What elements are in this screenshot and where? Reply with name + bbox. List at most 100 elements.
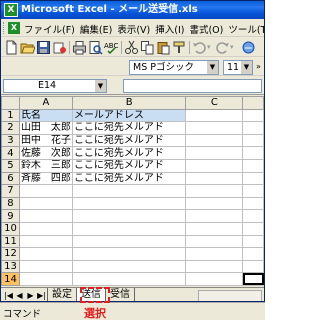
cell[interactable]: [185, 221, 244, 236]
cell[interactable]: [18, 184, 73, 198]
cell-b4[interactable]: ここに宛先メルアド: [71, 146, 187, 160]
cell-a2[interactable]: 山田 太郎: [18, 121, 73, 135]
cell[interactable]: [71, 221, 187, 236]
print-preview-icon[interactable]: [88, 40, 103, 55]
cut-icon[interactable]: [124, 40, 139, 55]
menu-format[interactable]: 書式(O): [188, 22, 224, 36]
cell[interactable]: [242, 108, 264, 123]
cell[interactable]: [18, 221, 73, 236]
cell-a1[interactable]: 氏名: [18, 108, 73, 123]
menu-tools[interactable]: ツール(T): [227, 22, 264, 36]
cell[interactable]: [185, 196, 244, 211]
row-header[interactable]: 1: [1, 108, 20, 123]
cell-b2[interactable]: ここに宛先メルアド: [71, 121, 187, 135]
row-header[interactable]: 4: [1, 146, 20, 160]
menu-view[interactable]: 表示(V): [116, 22, 151, 36]
paste-icon[interactable]: [156, 40, 171, 55]
menu-file[interactable]: ファイル(F): [23, 22, 76, 36]
chevron-down-icon[interactable]: ▼: [95, 80, 106, 92]
cell[interactable]: [185, 158, 244, 173]
redo-icon[interactable]: [215, 40, 230, 55]
permission-icon[interactable]: [52, 40, 67, 55]
row-header[interactable]: 6: [1, 171, 20, 186]
first-sheet-icon[interactable]: |◀: [3, 290, 14, 301]
column-header-b[interactable]: B: [71, 96, 187, 110]
row-header[interactable]: 5: [1, 158, 20, 173]
sheet-tab-receive[interactable]: 受信: [105, 288, 135, 301]
row-header[interactable]: 12: [1, 247, 20, 261]
cell-b3[interactable]: ここに宛先メルアド: [71, 133, 187, 148]
copy-icon[interactable]: [140, 40, 155, 55]
select-all-corner[interactable]: [1, 96, 20, 110]
column-header-c[interactable]: C: [185, 96, 244, 110]
cell[interactable]: [71, 272, 187, 286]
cell[interactable]: [185, 247, 244, 261]
hyperlink-icon[interactable]: [241, 40, 256, 55]
cell-a3[interactable]: 田中 花子: [18, 133, 73, 148]
cell-b1[interactable]: メールアドレス: [71, 108, 187, 123]
row-header[interactable]: 8: [1, 196, 20, 211]
row-header[interactable]: 2: [1, 121, 20, 135]
cell[interactable]: [18, 196, 73, 211]
cell[interactable]: [18, 209, 73, 223]
cell[interactable]: [18, 247, 73, 261]
cell[interactable]: [18, 259, 73, 274]
font-size-combo[interactable]: 11 ▼: [223, 60, 253, 75]
cell[interactable]: [185, 234, 244, 249]
workbook-icon[interactable]: X: [8, 22, 20, 34]
cell[interactable]: [185, 209, 244, 223]
cell[interactable]: [242, 171, 264, 186]
cell-a6[interactable]: 斉藤 四郎: [18, 171, 73, 186]
formula-input[interactable]: [123, 79, 262, 93]
open-icon[interactable]: [20, 40, 35, 55]
save-icon[interactable]: [36, 40, 51, 55]
active-cell-e14[interactable]: [242, 272, 264, 286]
cell[interactable]: [185, 121, 244, 135]
undo-icon[interactable]: [192, 40, 207, 55]
cell[interactable]: [242, 133, 264, 148]
cell[interactable]: [185, 184, 244, 198]
next-sheet-icon[interactable]: ▶: [25, 290, 36, 301]
cell[interactable]: [242, 259, 264, 274]
cell-a4[interactable]: 佐藤 次郎: [18, 146, 73, 160]
chevron-down-icon[interactable]: ▼: [207, 61, 218, 74]
menu-edit[interactable]: 編集(E): [79, 22, 113, 36]
new-icon[interactable]: [4, 40, 19, 55]
cell[interactable]: [71, 259, 187, 274]
row-header[interactable]: 10: [1, 221, 20, 236]
menu-insert[interactable]: 挿入(I): [154, 22, 185, 36]
horizontal-scrollbar[interactable]: [198, 290, 262, 301]
cell[interactable]: [242, 158, 264, 173]
prev-sheet-icon[interactable]: ◀: [14, 290, 25, 301]
cell-b6[interactable]: ここに宛先メルアド: [71, 171, 187, 186]
cell[interactable]: [71, 209, 187, 223]
cell[interactable]: [185, 146, 244, 160]
name-box[interactable]: E14 ▼: [3, 79, 107, 93]
column-header-a[interactable]: A: [18, 96, 73, 110]
toolbar-overflow-icon[interactable]: »: [256, 62, 261, 71]
row-header[interactable]: 7: [1, 184, 20, 198]
cell[interactable]: [71, 184, 187, 198]
column-header-d[interactable]: [242, 96, 264, 110]
cell[interactable]: [242, 209, 264, 223]
cell-b5[interactable]: ここに宛先メルアド: [71, 158, 187, 173]
sheet-tab-settings[interactable]: 設定: [47, 288, 77, 301]
cell[interactable]: [185, 133, 244, 148]
row-header[interactable]: 9: [1, 209, 20, 223]
cell[interactable]: [242, 234, 264, 249]
cell[interactable]: [242, 247, 264, 261]
row-header[interactable]: 13: [1, 259, 20, 274]
print-icon[interactable]: [72, 40, 87, 55]
cell[interactable]: [185, 108, 244, 123]
cell[interactable]: [242, 221, 264, 236]
last-sheet-icon[interactable]: ▶|: [36, 290, 47, 301]
cell-a5[interactable]: 鈴木 三郎: [18, 158, 73, 173]
cell[interactable]: [185, 171, 244, 186]
sheet-tab-send[interactable]: 送信: [76, 288, 106, 301]
cell[interactable]: [18, 272, 73, 286]
row-header[interactable]: 3: [1, 133, 20, 148]
cell[interactable]: [242, 184, 264, 198]
format-painter-icon[interactable]: [172, 40, 187, 55]
chevron-down-icon[interactable]: ▼: [241, 61, 252, 74]
cell[interactable]: [242, 121, 264, 135]
